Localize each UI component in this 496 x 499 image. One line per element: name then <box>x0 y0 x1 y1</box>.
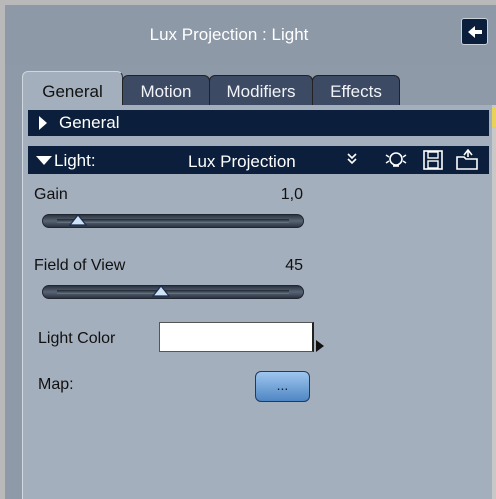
double-chevron-down-icon[interactable] <box>347 153 357 165</box>
triangle-right-icon <box>39 116 47 130</box>
tab-motion[interactable]: Motion <box>122 75 210 105</box>
light-color-label: Light Color <box>38 330 116 347</box>
slider-groove <box>57 219 289 223</box>
field-of-view-slider[interactable] <box>42 285 304 299</box>
scroll-marker <box>492 107 496 127</box>
save-disk-icon[interactable] <box>422 149 444 171</box>
load-folder-icon[interactable] <box>455 149 481 171</box>
map-label: Map: <box>38 376 74 393</box>
field-of-view-value[interactable]: 45 <box>223 257 303 275</box>
slider-thumb-icon <box>68 214 87 226</box>
tab-bar: General Motion Modifiers Effects <box>22 71 492 105</box>
tab-label: Effects <box>330 82 382 101</box>
properties-window: Lux Projection : Light General Motion Mo… <box>5 5 496 499</box>
slider-groove <box>57 290 289 294</box>
tab-label: General <box>42 82 103 101</box>
gain-value[interactable]: 1,0 <box>223 186 303 204</box>
gain-label: Gain <box>34 186 68 203</box>
collapse-panel-icon <box>467 25 482 38</box>
section-general-header[interactable]: General <box>28 110 489 136</box>
light-type-value[interactable]: Lux Projection <box>188 152 296 172</box>
collapse-button[interactable] <box>461 18 488 45</box>
light-color-swatch[interactable] <box>159 322 314 352</box>
panel-scroll-strip <box>492 105 496 499</box>
field-of-view-label: Field of View <box>34 257 126 274</box>
lightbulb-icon[interactable] <box>384 149 408 171</box>
window-title: Lux Projection : Light <box>149 25 309 44</box>
triangle-down-icon <box>36 156 52 165</box>
general-panel: General Light: Lux Projection Gain 1,0 F… <box>22 105 492 499</box>
section-light-label: Light: <box>54 151 96 170</box>
tab-general[interactable]: General <box>22 71 123 105</box>
tab-modifiers[interactable]: Modifiers <box>209 75 313 105</box>
map-browse-button[interactable]: ... <box>255 371 310 402</box>
tab-effects[interactable]: Effects <box>312 75 400 105</box>
triangle-right-icon[interactable] <box>316 340 324 352</box>
section-light-header[interactable]: Light: Lux Projection <box>28 146 489 174</box>
slider-thumb-icon <box>152 285 171 297</box>
section-general-label: General <box>59 113 120 132</box>
tab-label: Modifiers <box>226 82 296 101</box>
title-bar: Lux Projection : Light <box>5 5 496 65</box>
tab-label: Motion <box>140 82 192 101</box>
gain-slider[interactable] <box>42 214 304 228</box>
